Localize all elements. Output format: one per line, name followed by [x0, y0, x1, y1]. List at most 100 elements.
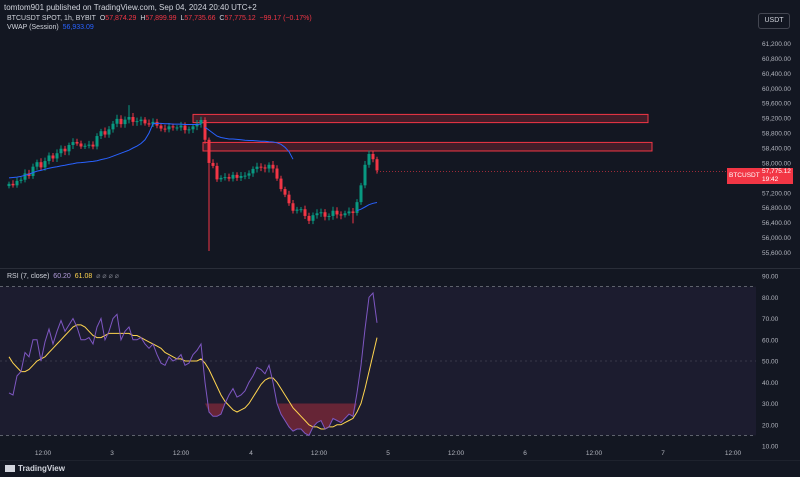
candle-body: [15, 180, 19, 186]
rsi-ma-value: 61.08: [74, 273, 93, 280]
candle-body: [47, 155, 51, 162]
footer: TradingView: [0, 460, 800, 477]
candle-body: [355, 202, 359, 213]
chart-canvas[interactable]: 61,200.00 60,800.00 60,400.00 60,000.00 59,6…: [0, 0, 800, 460]
resistance-zone: [202, 141, 653, 152]
candle-body: [143, 119, 147, 124]
time-axis-label: 5: [386, 450, 390, 457]
price-tag-value: 57,775.12: [762, 168, 791, 175]
time-axis-label: 12:00: [35, 450, 52, 457]
candle-body: [211, 162, 215, 166]
price-axis-label: 58,400.00: [762, 146, 791, 153]
candle-body: [87, 144, 91, 146]
candle-body: [295, 209, 299, 211]
candle-body: [75, 142, 79, 144]
candle-body: [43, 161, 47, 168]
publisher-line: tomtom901 published on TradingView.com, …: [4, 3, 257, 12]
candle-body: [39, 162, 43, 168]
price-tag-symbol: BTCUSDT: [729, 172, 760, 179]
candle-body: [283, 189, 287, 195]
candle-body: [279, 178, 283, 190]
candle-body: [159, 125, 163, 129]
vwap-label: VWAP (Session): [7, 24, 59, 31]
candle-body: [375, 159, 379, 171]
rsi-axis-label: 50.00: [762, 359, 779, 366]
candle-body: [131, 117, 135, 122]
candle-body: [203, 120, 207, 140]
candle-body: [247, 173, 251, 176]
candle-body: [115, 118, 119, 124]
brand-label: TradingView: [18, 464, 65, 473]
price-axis-label: 58,000.00: [762, 160, 791, 167]
price-tag-countdown: 19:42: [762, 176, 779, 183]
candle-body: [227, 177, 231, 179]
price-axis-label: 57,200.00: [762, 190, 791, 197]
candle-body: [231, 174, 235, 179]
time-axis-label: 4: [249, 450, 253, 457]
candle-body: [59, 148, 63, 154]
symbol-legend[interactable]: BTCUSDT SPOT, 1h, BYBIT O57,874.29 H57,8…: [7, 15, 312, 22]
symbol-title: BTCUSDT SPOT, 1h, BYBIT: [7, 15, 96, 22]
rsi-band-fill: [0, 286, 756, 436]
candle-body: [335, 210, 339, 215]
candle-body: [55, 153, 59, 159]
vwap-legend[interactable]: VWAP (Session) 56,933.09: [7, 24, 94, 31]
time-axis-label: 12:00: [586, 450, 603, 457]
candle-body: [111, 123, 115, 130]
candle-body: [23, 173, 27, 180]
candle-body: [263, 167, 267, 169]
candle-body: [299, 209, 303, 211]
candle-body: [147, 123, 151, 125]
candle-body: [95, 136, 99, 147]
candle-body: [167, 126, 171, 130]
candle-body: [219, 177, 223, 180]
candle-body: [275, 168, 279, 179]
candle-body: [359, 185, 363, 203]
price-axis-label: 60,800.00: [762, 56, 791, 63]
candle-body: [127, 117, 131, 120]
candle-body: [371, 153, 375, 160]
candle-body: [255, 166, 259, 169]
rsi-extra: ⌀ ⌀ ⌀ ⌀: [96, 273, 119, 280]
rsi-axis-label: 40.00: [762, 380, 779, 387]
price-axis-label: 58,800.00: [762, 131, 791, 138]
candle-body: [83, 145, 87, 147]
rsi-axis-label: 90.00: [762, 274, 779, 281]
high-value: 57,899.99: [145, 15, 177, 22]
open-value: 57,874.29: [105, 15, 137, 22]
candle-body: [119, 118, 123, 125]
candle-body: [51, 155, 55, 159]
candle-body: [319, 212, 323, 214]
candle-body: [315, 213, 319, 216]
candle-body: [31, 166, 35, 176]
candle-body: [215, 165, 219, 180]
candle-body: [339, 214, 343, 216]
rsi-axis-label: 30.00: [762, 401, 779, 408]
rsi-legend[interactable]: RSI (7, close) 60.20 61.08 ⌀ ⌀ ⌀ ⌀: [7, 272, 119, 280]
rsi-axis-label: 20.00: [762, 422, 779, 429]
candle-body: [271, 164, 275, 169]
candle-body: [327, 215, 331, 217]
candle-body: [199, 120, 203, 124]
candle-body: [243, 175, 247, 177]
candle-body: [347, 211, 351, 214]
tradingview-logo[interactable]: TradingView: [5, 464, 65, 473]
candle-body: [323, 212, 327, 217]
candle-body: [7, 183, 11, 187]
candle-body: [235, 174, 239, 178]
vwap-value: 56,933.09: [62, 24, 94, 31]
candle-body: [291, 203, 295, 211]
low-value: 57,735.66: [184, 15, 216, 22]
candle-body: [63, 148, 67, 152]
candle-body: [99, 131, 103, 137]
candle-body: [307, 215, 311, 221]
price-axis-label: 56,400.00: [762, 220, 791, 227]
currency-button[interactable]: USDT: [758, 13, 790, 29]
candle-body: [135, 121, 139, 123]
candle-body: [71, 142, 75, 146]
rsi-axis-label: 70.00: [762, 316, 779, 323]
candle-body: [267, 164, 271, 169]
change-value: −99.17 (−0.17%): [259, 15, 312, 22]
candle-body: [183, 125, 187, 131]
candle-body: [259, 166, 263, 168]
